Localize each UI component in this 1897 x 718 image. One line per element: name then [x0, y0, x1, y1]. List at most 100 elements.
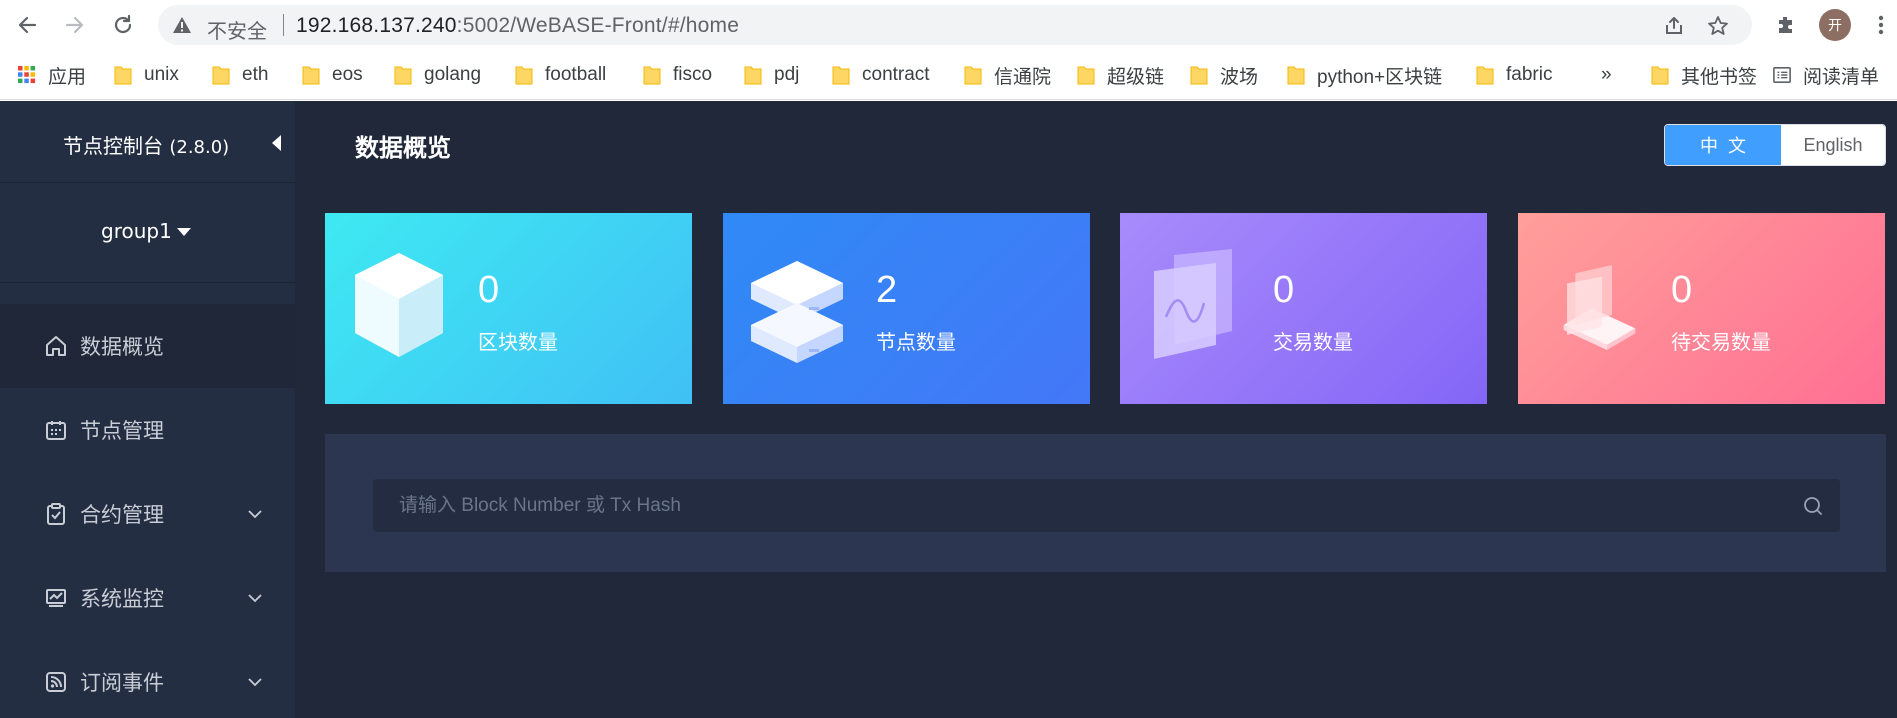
apps-grid-icon: [18, 66, 36, 84]
bookmark-label: fisco: [673, 64, 713, 85]
block-count-label: 区块数量: [478, 330, 558, 354]
app-version: (2.8.0): [169, 137, 230, 158]
folder-icon: [212, 66, 230, 85]
bookmark-label: unix: [144, 64, 179, 85]
bookmark-folder[interactable]: python+区块链: [1287, 61, 1442, 89]
sidebar-item-label: 合约管理: [80, 503, 164, 527]
folder-icon: [1476, 66, 1494, 85]
folder-icon: [832, 66, 850, 85]
group-selector-area: group1: [0, 183, 295, 283]
search-input[interactable]: [373, 479, 1773, 532]
folder-icon: [1190, 66, 1208, 85]
bookmark-label: eos: [332, 64, 363, 85]
group-name: group1: [101, 219, 172, 243]
bookmarks-bar: 应用 unix eth eos golang football fisco pd…: [0, 50, 1897, 138]
page-title: 数据概览: [355, 134, 451, 162]
home-icon: [43, 333, 69, 359]
forward-arrow-icon[interactable]: [58, 8, 92, 42]
lang-english-button[interactable]: English: [1781, 125, 1885, 165]
security-label[interactable]: 不安全: [207, 15, 267, 44]
folder-icon: [1287, 66, 1305, 85]
transaction-screen-icon: [1154, 249, 1232, 359]
chevron-down-icon: [246, 505, 264, 523]
bookmark-star-icon[interactable]: [1705, 13, 1731, 39]
bookmark-folder[interactable]: 信通院: [964, 61, 1051, 89]
url-host: 192.168.137.240: [296, 14, 457, 37]
bookmark-folder[interactable]: golang: [394, 61, 481, 89]
url-text[interactable]: 192.168.137.240:5002/WeBASE-Front/#/home: [296, 14, 739, 38]
bookmark-label: golang: [424, 64, 482, 85]
bookmark-other[interactable]: 其他书签: [1651, 61, 1757, 89]
bookmark-folder[interactable]: 超级链: [1077, 61, 1164, 89]
bookmark-folder[interactable]: fabric: [1476, 61, 1552, 89]
bookmark-label: football: [545, 64, 607, 85]
bookmark-folder[interactable]: fisco: [643, 61, 712, 89]
folder-icon: [302, 66, 320, 85]
extensions-icon[interactable]: [1769, 8, 1803, 42]
folder-icon: [744, 66, 762, 85]
bookmark-label: 其他书签: [1681, 66, 1758, 88]
bookmark-folder[interactable]: 波场: [1190, 61, 1258, 89]
bookmark-label: python+区块链: [1317, 66, 1443, 88]
bookmark-label: contract: [862, 64, 930, 85]
sidebar-item-label: 系统监控: [80, 587, 164, 611]
bookmark-folder[interactable]: eos: [302, 61, 363, 89]
address-bar[interactable]: 不安全 192.168.137.240:5002/WeBASE-Front/#/…: [158, 5, 1752, 45]
transaction-count-label: 交易数量: [1273, 330, 1353, 354]
sidebar-item-nodes[interactable]: 节点管理: [0, 388, 295, 472]
bookmark-label: 应用: [48, 66, 87, 88]
bookmark-apps[interactable]: 应用: [18, 61, 86, 89]
calendar-icon: [43, 417, 69, 443]
bookmark-folder[interactable]: pdj: [744, 61, 799, 89]
folder-icon: [1077, 66, 1095, 85]
sidebar-menu: 数据概览 节点管理 合约管理 系统监控 订阅事件: [0, 304, 295, 718]
folder-icon: [394, 66, 412, 85]
collapse-sidebar-icon[interactable]: [272, 135, 281, 151]
sidebar-item-monitor[interactable]: 系统监控: [0, 556, 295, 640]
search-icon[interactable]: [1801, 494, 1825, 518]
browser-menu-icon[interactable]: [1864, 8, 1897, 42]
app-root: 节点控制台 (2.8.0) group1 数据概览 节点管理 合约管理 系统监控…: [0, 101, 1897, 718]
sidebar-item-events[interactable]: 订阅事件: [0, 640, 295, 718]
block-count: 0: [478, 269, 500, 311]
sidebar-brand: 节点控制台 (2.8.0): [0, 101, 295, 183]
monitor-chart-icon: [43, 585, 69, 611]
bookmark-label: 超级链: [1107, 66, 1165, 88]
reading-list-button[interactable]: 阅读清单: [1773, 61, 1879, 89]
clipboard-check-icon: [43, 501, 69, 527]
stat-card-transactions: 0 交易数量: [1120, 213, 1487, 404]
bookmarks-overflow-button[interactable]: »: [1601, 61, 1612, 89]
bookmark-folder[interactable]: unix: [114, 61, 179, 89]
folder-icon: [1651, 66, 1669, 85]
bookmark-label: pdj: [774, 64, 800, 85]
caret-down-icon: [176, 228, 191, 236]
cube-icon: [355, 253, 443, 357]
reload-icon[interactable]: [106, 8, 140, 42]
sidebar: 节点控制台 (2.8.0) group1 数据概览 节点管理 合约管理 系统监控…: [0, 101, 295, 718]
node-count: 2: [876, 269, 898, 311]
share-icon[interactable]: [1661, 13, 1687, 39]
app-title-text: 节点控制台: [63, 134, 163, 158]
bookmark-label: 信通院: [994, 66, 1052, 88]
sidebar-item-contracts[interactable]: 合约管理: [0, 472, 295, 556]
back-arrow-icon[interactable]: [10, 8, 44, 42]
chevron-down-icon: [246, 589, 264, 607]
bookmark-folder[interactable]: football: [515, 61, 606, 89]
warning-icon[interactable]: [172, 16, 192, 38]
search-panel: [325, 434, 1886, 572]
transaction-count: 0: [1273, 269, 1295, 311]
browser-toolbar: 不安全 192.168.137.240:5002/WeBASE-Front/#/…: [0, 0, 1897, 50]
profile-avatar[interactable]: 开: [1819, 9, 1851, 41]
group-selector[interactable]: group1: [101, 219, 191, 243]
stat-card-pending: 0 待交易数量: [1518, 213, 1885, 404]
address-divider: [283, 14, 284, 36]
folder-icon: [964, 66, 982, 85]
app-title: 节点控制台 (2.8.0): [63, 130, 229, 159]
bookmark-folder[interactable]: eth: [212, 61, 268, 89]
sidebar-item-label: 订阅事件: [80, 671, 164, 695]
bookmark-label: fabric: [1506, 64, 1553, 85]
sidebar-item-label: 数据概览: [80, 335, 164, 359]
bookmark-folder[interactable]: contract: [832, 61, 930, 89]
sidebar-item-overview[interactable]: 数据概览: [0, 304, 295, 388]
lang-chinese-button[interactable]: 中文: [1665, 125, 1781, 165]
